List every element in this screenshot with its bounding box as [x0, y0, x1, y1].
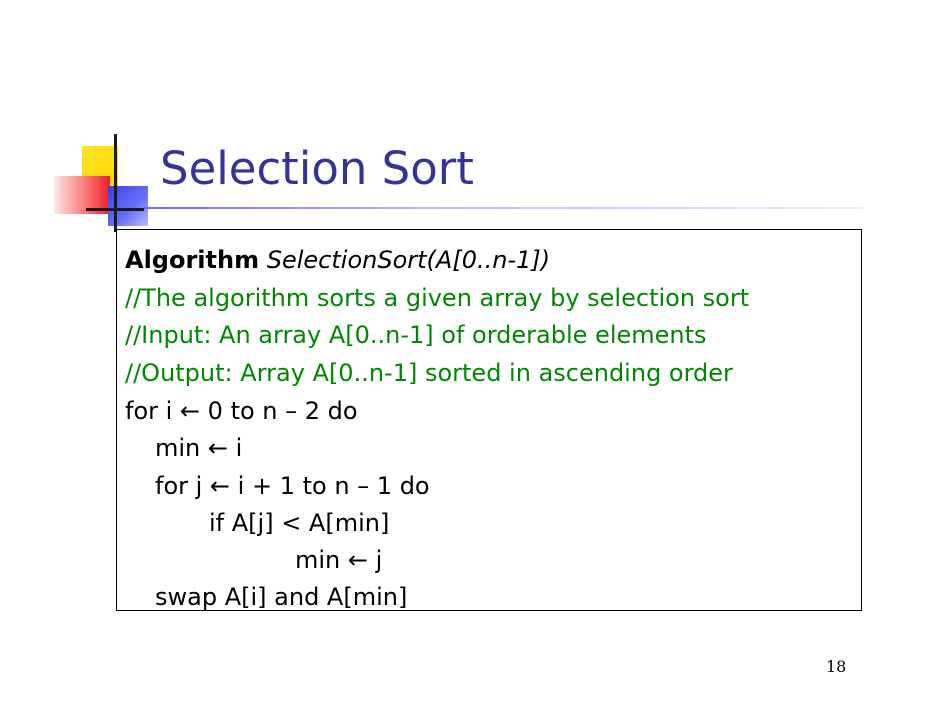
code-line: min ← j — [295, 546, 383, 574]
code-line: min ← i — [155, 434, 243, 462]
slide: Selection Sort Algorithm SelectionSort(A… — [0, 0, 942, 728]
code-line: swap A[i] and A[min] — [155, 583, 408, 611]
page-number: 18 — [826, 657, 847, 676]
code-line: if A[j] < A[min] — [209, 509, 390, 537]
code-line: for j ← i + 1 to n – 1 do — [155, 472, 430, 500]
algorithm-keyword: Algorithm — [125, 246, 260, 274]
logo-vertical-line — [114, 134, 117, 232]
comment-line: //Output: Array A[0..n-1] sorted in asce… — [125, 359, 733, 387]
code-line: for i ← 0 to n – 2 do — [125, 397, 358, 425]
logo-squares-icon — [0, 0, 160, 240]
title-underline — [144, 207, 864, 209]
logo-horizontal-line — [86, 208, 144, 211]
algorithm-signature: SelectionSort(A[0..n-1]) — [266, 246, 551, 274]
slide-title: Selection Sort — [160, 142, 474, 195]
comment-line: //The algorithm sorts a given array by s… — [125, 284, 750, 312]
algorithm-header: Algorithm SelectionSort(A[0..n-1]) — [125, 248, 550, 272]
algorithm-box: Algorithm SelectionSort(A[0..n-1]) //The… — [116, 229, 862, 611]
comment-line: //Input: An array A[0..n-1] of orderable… — [125, 321, 707, 349]
